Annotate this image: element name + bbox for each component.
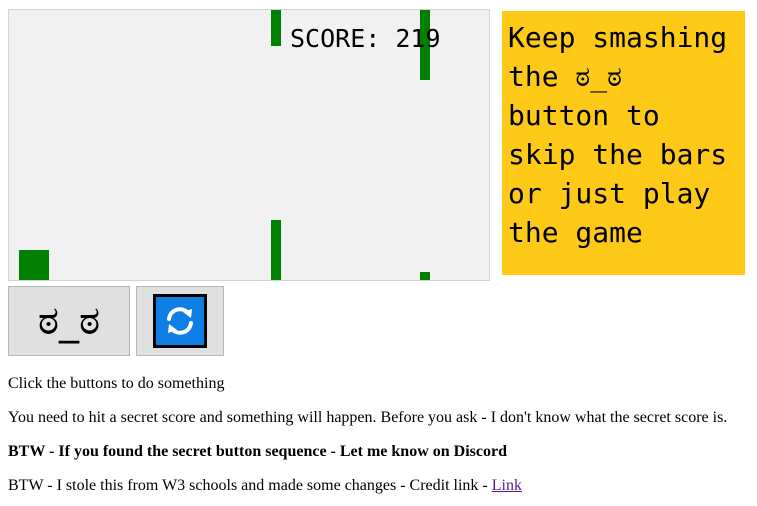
credit-link[interactable]: Link [492, 477, 522, 494]
secret-score-text: You need to hit a secret score and somet… [8, 409, 728, 426]
player-square [19, 250, 49, 280]
refresh-icon [153, 294, 207, 348]
instructions-text: Click the buttons to do something [8, 375, 225, 392]
bottom-obstacle-bar-2 [420, 272, 430, 280]
top-obstacle-bar-1 [271, 10, 281, 46]
reset-button[interactable] [136, 286, 224, 356]
credit-text: BTW - I stole this from W3 schools and m… [8, 476, 522, 495]
secret-sequence-text: BTW - If you found the secret button seq… [8, 443, 507, 460]
credit-prefix: BTW - I stole this from W3 schools and m… [8, 477, 492, 494]
face-button[interactable]: ಠ_ಠ [8, 286, 130, 356]
game-canvas[interactable]: SCORE: 219 [8, 9, 490, 281]
bottom-obstacle-bar-1 [271, 220, 281, 280]
hint-panel: Keep smashing the ಠ_ಠ button to skip the… [502, 11, 745, 275]
score-label: SCORE: 219 [290, 24, 441, 53]
